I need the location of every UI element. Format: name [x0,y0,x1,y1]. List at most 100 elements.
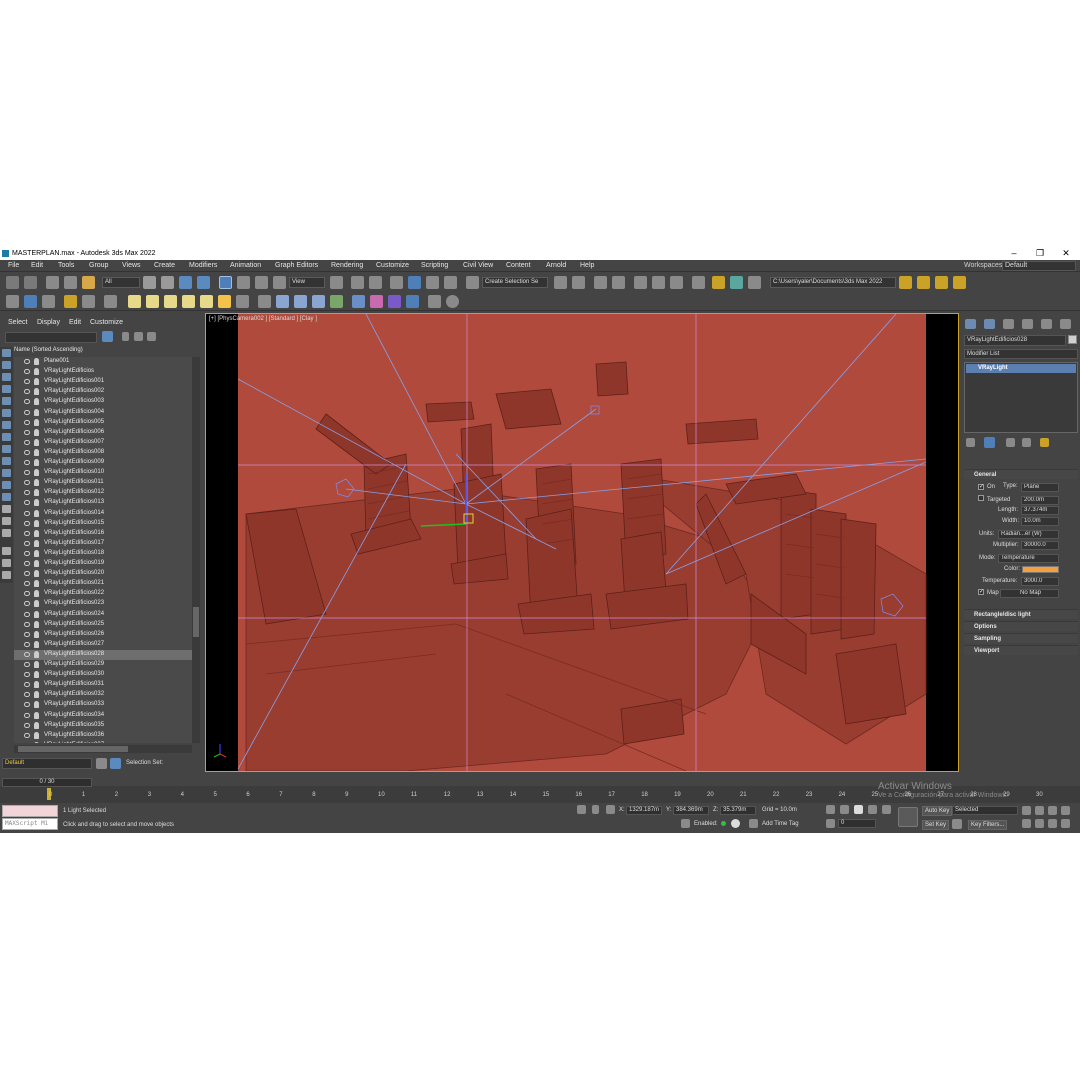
sync-selection-icon[interactable] [134,332,143,341]
utilities-tab-icon[interactable] [1060,319,1071,329]
visibility-eye-icon[interactable] [24,399,30,405]
visibility-eye-icon[interactable] [24,550,30,556]
menu-arnold[interactable]: Arnold [546,262,566,269]
vray-camera-icon[interactable] [388,295,401,308]
layer-explorer-icon[interactable] [612,276,625,289]
visibility-eye-icon[interactable] [24,702,30,708]
vray-render-icon[interactable] [24,295,37,308]
field-of-view-icon[interactable] [1022,819,1031,828]
go-to-start-icon[interactable] [826,805,835,814]
move-icon[interactable] [219,276,232,289]
visibility-eye-icon[interactable] [24,692,30,698]
visibility-eye-icon[interactable] [24,611,30,617]
type-dropdown[interactable]: Plane [1021,483,1059,492]
schematic-view-icon[interactable] [670,276,683,289]
maximize-viewport-icon[interactable] [1061,819,1070,828]
vray-export-icon[interactable] [406,295,419,308]
make-unique-icon[interactable] [1006,438,1015,447]
vray-plane-light-icon[interactable] [128,295,141,308]
list-item[interactable]: VRayLightEdificios [14,367,192,377]
visibility-eye-icon[interactable] [24,581,30,587]
list-item[interactable]: VRayLightEdificios016 [14,529,192,539]
visibility-eye-icon[interactable] [24,480,30,486]
display-influences-icon[interactable] [2,529,11,537]
time-slider[interactable]: 0 / 30 [2,778,92,787]
visibility-eye-icon[interactable] [24,510,30,516]
zoom-extents-icon[interactable] [1061,806,1070,815]
maxscript-listener-output[interactable] [2,805,58,817]
map-button[interactable]: No Map [1000,589,1059,598]
list-item[interactable]: VRayLightEdificios029 [14,660,192,670]
visibility-eye-icon[interactable] [24,369,30,375]
list-item[interactable]: VRayLightEdificios027 [14,640,192,650]
modifier-stack[interactable]: VRayLight [964,362,1078,433]
visibility-eye-icon[interactable] [24,439,30,445]
visibility-eye-icon[interactable] [24,712,30,718]
menu-file[interactable]: File [8,262,19,269]
visibility-eye-icon[interactable] [24,490,30,496]
pivot-center-icon[interactable] [330,276,343,289]
open-folder-icon[interactable] [917,276,930,289]
menu-animation[interactable]: Animation [230,262,261,269]
menu-help[interactable]: Help [580,262,594,269]
selection-filter-dropdown[interactable]: All [102,277,140,288]
scale-icon[interactable] [255,276,268,289]
vray-settings-icon[interactable] [428,295,441,308]
vray-ambient-light-icon[interactable] [200,295,213,308]
display-none-icon[interactable] [2,349,11,357]
list-item[interactable]: VRayLightEdificios009 [14,458,192,468]
list-item[interactable]: VRayLightEdificios002 [14,387,192,397]
link-icon[interactable] [46,276,59,289]
undo-icon[interactable] [6,276,19,289]
vray-sun-icon[interactable] [218,295,231,308]
units-dropdown[interactable]: Radian...er (W) [998,530,1059,539]
list-item[interactable]: VRayLightEdificios036 [14,731,192,741]
length-field[interactable]: 37.374m [1021,506,1059,515]
vray-scatter-icon[interactable] [330,295,343,308]
vray-fur-icon[interactable] [258,295,271,308]
vray-ies-light-icon[interactable] [182,295,195,308]
filter-icon[interactable] [102,331,113,342]
align-icon[interactable] [572,276,585,289]
display-containers-icon[interactable] [2,469,11,477]
scene-list-vertical-scrollbar[interactable] [192,357,200,743]
column-header-name[interactable]: Name (Sorted Ascending) [14,347,83,353]
object-name-field[interactable]: VRayLightEdificios028 [964,335,1066,346]
visibility-eye-icon[interactable] [24,470,30,476]
display-xrefs-icon[interactable] [2,445,11,453]
menu-modifiers[interactable]: Modifiers [189,262,217,269]
maxscript-mini-listener[interactable]: MAXScript Mi [2,818,58,830]
redo-icon[interactable] [24,276,37,289]
stack-item-vraylight[interactable]: VRayLight [966,364,1076,373]
add-time-tag-button[interactable]: Add Time Tag [762,821,799,827]
local-scene-icon[interactable] [2,559,11,567]
list-item[interactable]: VRayLightEdificios032 [14,690,192,700]
current-frame-field[interactable]: 0 [838,819,876,828]
list-item[interactable]: VRayLightEdificios018 [14,549,192,559]
menu-civil-view[interactable]: Civil View [463,262,493,269]
visibility-eye-icon[interactable] [24,682,30,688]
visibility-eye-icon[interactable] [24,672,30,678]
list-item[interactable]: VRayLightEdificios015 [14,519,192,529]
motion-tab-icon[interactable] [1022,319,1033,329]
tab-display[interactable]: Display [37,319,60,326]
bind-spacewarp-icon[interactable] [82,276,95,289]
multiplier-field[interactable]: 30000.0 [1021,541,1059,550]
rollout-general[interactable]: General [964,469,1078,479]
visibility-eye-icon[interactable] [24,419,30,425]
key-mode-icon[interactable] [826,819,835,828]
menu-create[interactable]: Create [154,262,175,269]
select-manipulate-icon[interactable] [351,276,364,289]
list-item[interactable]: VRayLightEdificios020 [14,569,192,579]
modify-tab-icon[interactable] [984,319,995,329]
vray-dome-light-icon[interactable] [146,295,159,308]
visibility-eye-icon[interactable] [24,641,30,647]
light-color-swatch[interactable] [1022,566,1059,573]
display-all-icon[interactable] [2,505,11,513]
light-lister-icon[interactable] [64,295,77,308]
time-tag-icon[interactable] [749,819,758,828]
visibility-eye-icon[interactable] [24,561,30,566]
list-item[interactable]: VRayLightEdificios011 [14,478,192,488]
key-selection-dropdown[interactable]: Selected [952,806,1018,815]
menu-graph-editors[interactable]: Graph Editors [275,262,318,269]
